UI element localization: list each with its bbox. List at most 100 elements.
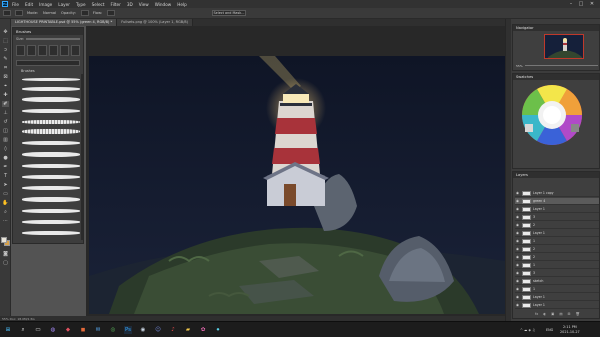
screen-mode-icon[interactable]: ▢ [2, 260, 9, 266]
visibility-eye-icon[interactable]: ◉ [516, 207, 520, 211]
tab-fullsets[interactable]: Fullsets.png @ 100% (Layer 1, RGB/8) [117, 19, 193, 26]
tab-lighthouse[interactable]: LIGHTHOUSE PRINTABLE.psd @ 55% (green 4,… [11, 19, 118, 26]
brush-stroke-preview[interactable] [22, 197, 80, 202]
menu-window[interactable]: Window [155, 2, 172, 7]
select-and-mask-button[interactable]: Select and Mask... [212, 10, 246, 16]
foreground-color-swatch[interactable] [1, 237, 7, 243]
layer-row[interactable]: ◉ Layer 1 [515, 302, 599, 309]
layer-row[interactable]: ◉ sketch [515, 278, 599, 285]
chat-icon[interactable]: ◍ [49, 326, 57, 334]
recent-brush[interactable] [16, 45, 25, 56]
brush-stroke-preview[interactable] [22, 152, 80, 157]
recent-brush[interactable] [38, 45, 47, 56]
brush-stroke-preview[interactable] [22, 231, 80, 235]
crop-tool-icon[interactable]: ⌗ [2, 65, 9, 71]
visibility-eye-icon[interactable]: ◉ [516, 255, 520, 259]
layer-row[interactable]: ◉ 1 [515, 262, 599, 269]
layer-row[interactable]: ◉ 3 [515, 270, 599, 277]
layer-row[interactable]: ◉ 2 [515, 246, 599, 253]
layer-row[interactable]: ◉ Layer 1 [515, 206, 599, 213]
lasso-tool-icon[interactable]: ↄ [2, 47, 9, 53]
shape-tool-icon[interactable]: ▭ [2, 191, 9, 197]
minimize-button[interactable]: – [568, 1, 574, 7]
more-tools-icon[interactable]: ⋯ [2, 218, 9, 224]
menu-file[interactable]: File [12, 2, 19, 7]
visibility-eye-icon[interactable]: ◉ [516, 247, 520, 251]
document-canvas[interactable] [89, 56, 505, 314]
menu-help[interactable]: Help [177, 2, 187, 7]
clock-date[interactable]: 2021-10-27 [560, 330, 580, 334]
maximize-button[interactable]: □ [578, 1, 584, 7]
menu-edit[interactable]: Edit [25, 2, 33, 7]
visibility-eye-icon[interactable]: ◉ [516, 231, 520, 235]
brush-search-input[interactable] [16, 60, 80, 66]
brush-stroke-preview[interactable] [22, 87, 80, 91]
healing-tool-icon[interactable]: ✚ [2, 92, 9, 98]
trash-icon[interactable]: 🗑 [575, 312, 579, 317]
layer-row[interactable]: ◉ 1 [515, 286, 599, 293]
adjustment-icon[interactable]: ▣ [551, 312, 554, 317]
discord-icon[interactable]: ☺ [154, 326, 162, 334]
visibility-eye-icon[interactable]: ◉ [516, 295, 520, 299]
collapsed-panel-icons[interactable] [506, 19, 511, 321]
mode-select[interactable]: Normal [43, 11, 56, 15]
close-button[interactable]: ✕ [589, 1, 595, 7]
tray-icons[interactable]: ^ ☁ ◈ ♫ [520, 328, 535, 332]
explorer-icon[interactable]: ◆ [64, 326, 72, 334]
new-layer-icon[interactable]: ⊞ [568, 312, 571, 317]
menu-3d[interactable]: 3D [127, 2, 133, 7]
type-tool-icon[interactable]: T [2, 173, 9, 179]
recent-brush[interactable] [60, 45, 69, 56]
quick-mask-icon[interactable]: ◙ [2, 251, 9, 257]
layer-row[interactable]: ◉ 2 [515, 254, 599, 261]
marquee-tool-icon[interactable]: ⬚ [2, 38, 9, 44]
chrome-icon[interactable]: ◎ [109, 326, 117, 334]
brush-stroke-preview[interactable] [22, 78, 80, 81]
brush-stroke-preview[interactable] [22, 141, 80, 145]
hand-tool-icon[interactable]: ✋ [2, 200, 9, 206]
recorder-icon[interactable]: ⏺ [214, 326, 222, 334]
opacity-field[interactable] [80, 10, 89, 16]
menu-filter[interactable]: Filter [110, 2, 120, 7]
windows-icon[interactable]: ⊞ [4, 326, 12, 334]
move-tool-icon[interactable]: ✥ [2, 29, 9, 35]
fx-icon[interactable]: fx [535, 312, 538, 317]
gradient-tool-icon[interactable]: ▥ [2, 137, 9, 143]
visibility-eye-icon[interactable]: ◉ [516, 279, 520, 283]
visibility-eye-icon[interactable]: ◉ [516, 215, 520, 219]
menu-view[interactable]: View [139, 2, 149, 7]
brush-stroke-preview[interactable] [22, 164, 80, 168]
visibility-eye-icon[interactable]: ◉ [516, 239, 520, 243]
folder-icon[interactable]: ▰ [184, 326, 192, 334]
visibility-eye-icon[interactable]: ◉ [516, 303, 520, 307]
navigator-thumbnail[interactable] [544, 34, 584, 59]
brush-stroke-preview[interactable] [22, 97, 80, 102]
eyedropper-tool-icon[interactable]: ⌖ [2, 83, 9, 89]
recent-brush[interactable] [71, 45, 80, 56]
frame-tool-icon[interactable]: ⊠ [2, 74, 9, 80]
dodge-tool-icon[interactable]: ● [2, 155, 9, 161]
search-icon[interactable]: ⌕ [19, 326, 27, 334]
tool-preset-picker[interactable] [3, 10, 11, 16]
brush-stroke-preview[interactable] [22, 220, 80, 224]
layer-row[interactable]: ◉ 1 [515, 238, 599, 245]
path-select-tool-icon[interactable]: ➤ [2, 182, 9, 188]
brush-list-scrollbar[interactable] [81, 74, 83, 240]
steam-icon[interactable]: ◉ [139, 326, 147, 334]
paint-icon[interactable]: ✿ [199, 326, 207, 334]
mail-icon[interactable]: ✉ [94, 326, 102, 334]
brush-stroke-preview[interactable] [22, 109, 80, 113]
stamp-tool-icon[interactable]: ⊥ [2, 110, 9, 116]
visibility-eye-icon[interactable]: ◉ [516, 263, 520, 267]
menu-type[interactable]: Type [76, 2, 86, 7]
quick-select-tool-icon[interactable]: ✎ [2, 56, 9, 62]
recent-brush[interactable] [27, 45, 36, 56]
brush-stroke-preview[interactable] [22, 129, 80, 134]
mask-icon[interactable]: ◐ [543, 312, 546, 317]
music-icon[interactable]: ♪ [169, 326, 177, 334]
layer-row[interactable]: ◉ Layer 1 copy [515, 190, 599, 197]
visibility-eye-icon[interactable]: ◉ [516, 271, 520, 275]
visibility-eye-icon[interactable]: ◉ [516, 223, 520, 227]
brush-tool-icon[interactable]: ✐ [2, 101, 9, 107]
clock-time[interactable]: 2:11 PM [563, 325, 577, 329]
